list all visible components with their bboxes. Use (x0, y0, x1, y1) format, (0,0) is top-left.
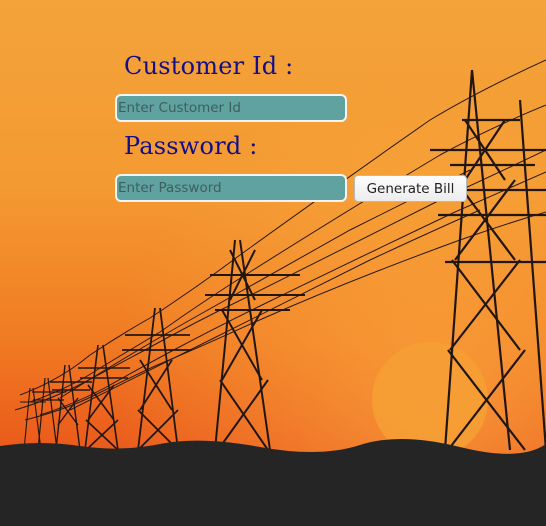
customer-id-input[interactable] (115, 94, 347, 122)
customer-id-label: Customer Id : (124, 52, 294, 80)
password-input[interactable] (115, 174, 347, 202)
generate-bill-button[interactable]: Generate Bill (354, 175, 467, 202)
password-label: Password : (124, 132, 258, 160)
page-frame: Customer Id : Password : Generate Bill (0, 0, 546, 526)
